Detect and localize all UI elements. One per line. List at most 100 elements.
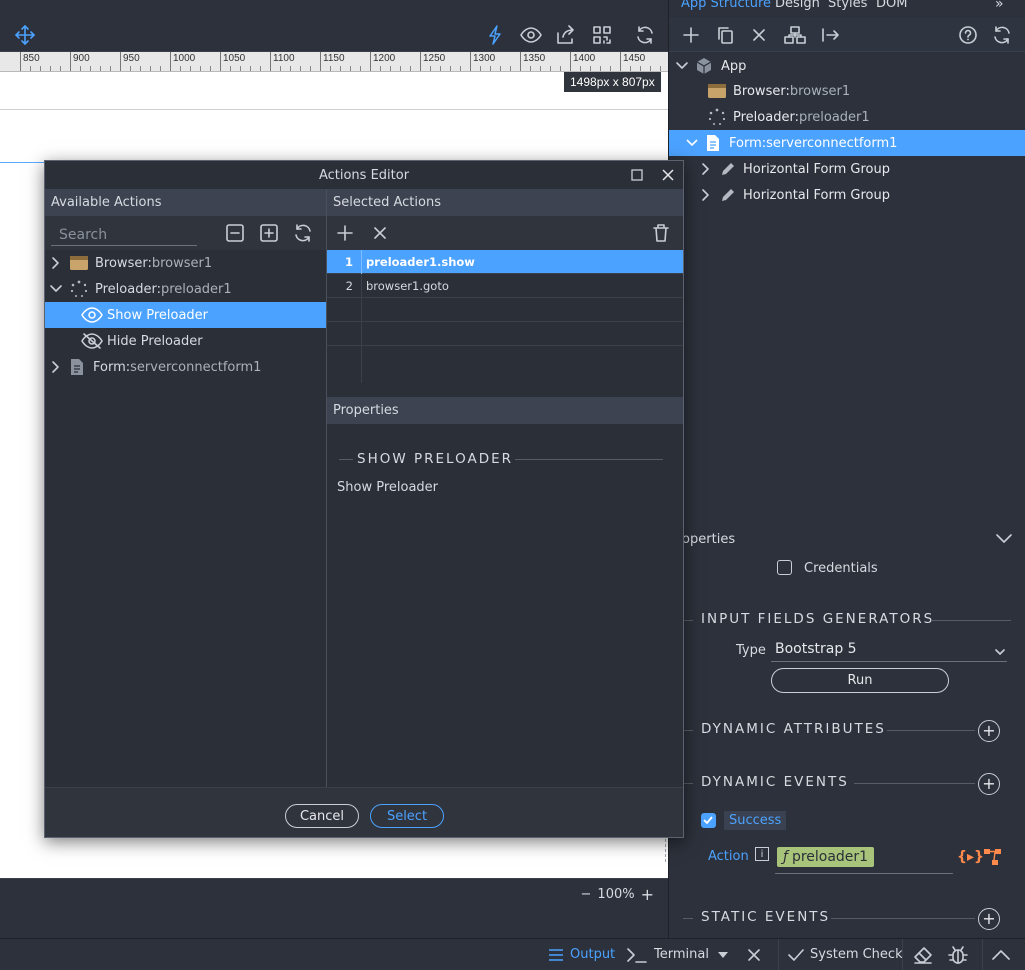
selected-toolbar [327, 216, 683, 250]
action-field[interactable]: ƒ preloader1 [775, 846, 953, 874]
terminal-tab[interactable]: Terminal [626, 939, 709, 970]
ruler-minor-tick [260, 66, 261, 71]
ruler-minor-tick [140, 66, 141, 71]
success-event-label[interactable]: Success [724, 811, 787, 830]
ruler-minor-tick [50, 66, 51, 71]
dropdown-icon[interactable] [718, 939, 728, 970]
dynamic-data-icon[interactable]: {▸} [957, 849, 984, 865]
bug-icon[interactable] [948, 939, 968, 970]
tab-design[interactable]: Design [775, 0, 820, 11]
chevron-right-icon[interactable] [49, 360, 63, 374]
eraser-icon[interactable] [913, 939, 933, 970]
panel-tabs: App Structure Design Styles DOM » [669, 0, 1025, 18]
cancel-button[interactable]: Cancel [285, 804, 359, 828]
chevron-down-icon[interactable] [675, 59, 689, 73]
help-icon[interactable] [956, 24, 980, 46]
action-chip[interactable]: ƒ preloader1 [777, 847, 875, 867]
type-select[interactable]: Bootstrap 5 [771, 640, 1007, 662]
selected-actions-header: Selected Actions [327, 189, 683, 216]
tree-item-form[interactable]: Form: serverconnectform1 [669, 130, 1025, 156]
tree-item-form-group[interactable]: Horizontal Form Group [669, 156, 1025, 182]
lightning-icon[interactable] [482, 22, 508, 48]
add-icon[interactable] [679, 24, 703, 46]
table-row[interactable]: 1 preloader1.show [327, 249, 683, 274]
info-icon[interactable]: i [755, 847, 769, 861]
run-button[interactable]: Run [771, 668, 949, 693]
refresh-icon[interactable] [990, 24, 1014, 46]
ruler-minor-tick [540, 66, 541, 71]
move-icon[interactable] [12, 22, 38, 48]
ruler-minor-tick [340, 66, 341, 71]
add-icon[interactable] [337, 225, 353, 241]
zoom-in-button[interactable]: + [641, 885, 654, 904]
search-input[interactable] [51, 224, 197, 246]
action-show-preloader[interactable]: Show Preloader [45, 302, 326, 328]
tree-item-app[interactable]: App [669, 53, 1025, 79]
expand-all-icon[interactable] [260, 224, 278, 242]
ruler-minor-tick [150, 66, 151, 71]
chevron-down-icon[interactable] [996, 534, 1012, 544]
trash-icon[interactable] [653, 224, 669, 242]
action-group-form[interactable]: Form: serverconnectform1 [45, 354, 326, 380]
credentials-checkbox[interactable] [777, 560, 792, 575]
dialog-titlebar[interactable]: Actions Editor [45, 161, 683, 189]
ruler-minor-tick [440, 66, 441, 71]
tab-dom[interactable]: DOM [876, 0, 907, 11]
ruler-tick-label: 1350 [520, 52, 545, 71]
chevron-right-icon[interactable] [699, 162, 713, 176]
table-row[interactable]: 2 browser1.goto [327, 273, 683, 298]
chevron-down-icon[interactable] [685, 136, 699, 150]
close-icon[interactable] [747, 939, 761, 970]
ruler-minor-tick [60, 66, 61, 71]
remove-icon[interactable] [373, 226, 387, 240]
components-icon[interactable] [783, 24, 807, 46]
action-group-preloader[interactable]: Preloader: preloader1 [45, 276, 326, 302]
tab-styles[interactable]: Styles [828, 0, 867, 11]
qr-code-icon[interactable] [589, 22, 615, 48]
available-toolbar [45, 216, 326, 250]
output-tab[interactable]: Output [548, 939, 615, 970]
duplicate-icon[interactable] [713, 24, 737, 46]
dynamic-events-title: DYNAMIC EVENTS [701, 774, 849, 790]
ruler-minor-tick [300, 66, 301, 71]
action-hide-preloader[interactable]: Hide Preloader [45, 328, 326, 354]
table-row-empty [327, 333, 683, 383]
close-icon[interactable] [662, 169, 674, 181]
ruler-minor-tick [160, 66, 161, 71]
ruler-minor-tick [350, 66, 351, 71]
ruler-minor-tick [560, 66, 561, 71]
eye-icon[interactable] [518, 22, 544, 48]
add-dynamic-attribute-button[interactable]: + [978, 720, 1000, 742]
dialog-title: Actions Editor [318, 167, 410, 183]
refresh-icon[interactable] [632, 22, 658, 48]
credentials-label: Credentials [804, 561, 878, 576]
maximize-icon[interactable] [631, 169, 643, 181]
system-check-button[interactable]: System Check [788, 939, 903, 970]
refresh-icon[interactable] [293, 223, 313, 243]
select-button[interactable]: Select [370, 804, 444, 828]
tree-item-browser[interactable]: Browser: browser1 [669, 78, 1025, 104]
share-icon[interactable] [553, 22, 579, 48]
chevron-down-icon[interactable] [49, 282, 63, 296]
chevron-right-icon[interactable] [699, 188, 713, 202]
ruler-minor-tick [90, 66, 91, 71]
flow-icon[interactable] [983, 848, 1003, 866]
action-group-browser[interactable]: Browser: browser1 [45, 250, 326, 276]
tree-item-preloader[interactable]: Preloader: preloader1 [669, 104, 1025, 130]
properties-section-desc: Show Preloader [337, 480, 439, 495]
collapse-all-icon[interactable] [226, 224, 244, 242]
chevron-right-icon[interactable] [49, 256, 63, 270]
ruler-minor-tick [390, 66, 391, 71]
export-icon[interactable] [819, 24, 843, 46]
properties-header[interactable]: roperties [677, 524, 1025, 554]
add-static-event-button[interactable]: + [978, 908, 1000, 930]
more-tabs-icon[interactable]: » [995, 0, 1004, 12]
delete-icon[interactable] [747, 24, 771, 46]
add-dynamic-event-button[interactable]: + [978, 773, 1000, 795]
zoom-out-button[interactable]: − [581, 887, 592, 902]
tab-app-structure[interactable]: App Structure [681, 0, 771, 11]
ruler-minor-tick [40, 66, 41, 71]
chevron-up-icon[interactable] [992, 939, 1010, 970]
tree-item-form-group[interactable]: Horizontal Form Group [669, 182, 1025, 208]
success-checkbox[interactable] [701, 813, 716, 828]
